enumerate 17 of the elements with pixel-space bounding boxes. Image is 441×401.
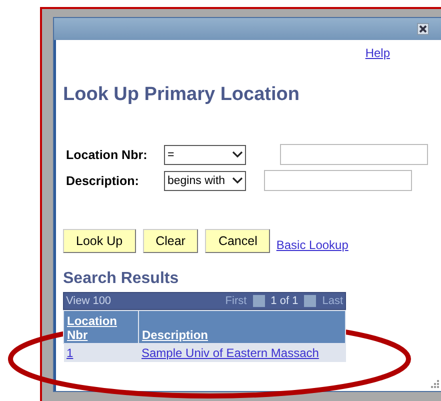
results-heading: Search Results bbox=[63, 270, 180, 288]
view-all-link[interactable]: View 100 bbox=[66, 295, 112, 307]
page-count: 1 of 1 bbox=[270, 295, 298, 307]
field-label: Location Nbr: bbox=[66, 148, 148, 162]
operator-dropdown[interactable]: = bbox=[164, 144, 246, 164]
help-link[interactable]: Help bbox=[365, 46, 390, 60]
dialog-title: Look Up Primary Location bbox=[63, 84, 300, 106]
result-link[interactable]: 1 bbox=[66, 346, 74, 360]
operator-dropdown[interactable]: begins with bbox=[164, 170, 246, 190]
action-button[interactable]: Look Up bbox=[63, 229, 136, 253]
basic-lookup-link[interactable]: Basic Lookup bbox=[276, 238, 348, 252]
column-header-link[interactable]: Description bbox=[142, 328, 208, 342]
field-label: Description: bbox=[66, 174, 140, 188]
first-label: First bbox=[225, 295, 247, 307]
action-button[interactable]: Clear bbox=[142, 229, 198, 253]
action-button[interactable]: Cancel bbox=[205, 229, 270, 253]
last-label: Last bbox=[322, 295, 343, 307]
